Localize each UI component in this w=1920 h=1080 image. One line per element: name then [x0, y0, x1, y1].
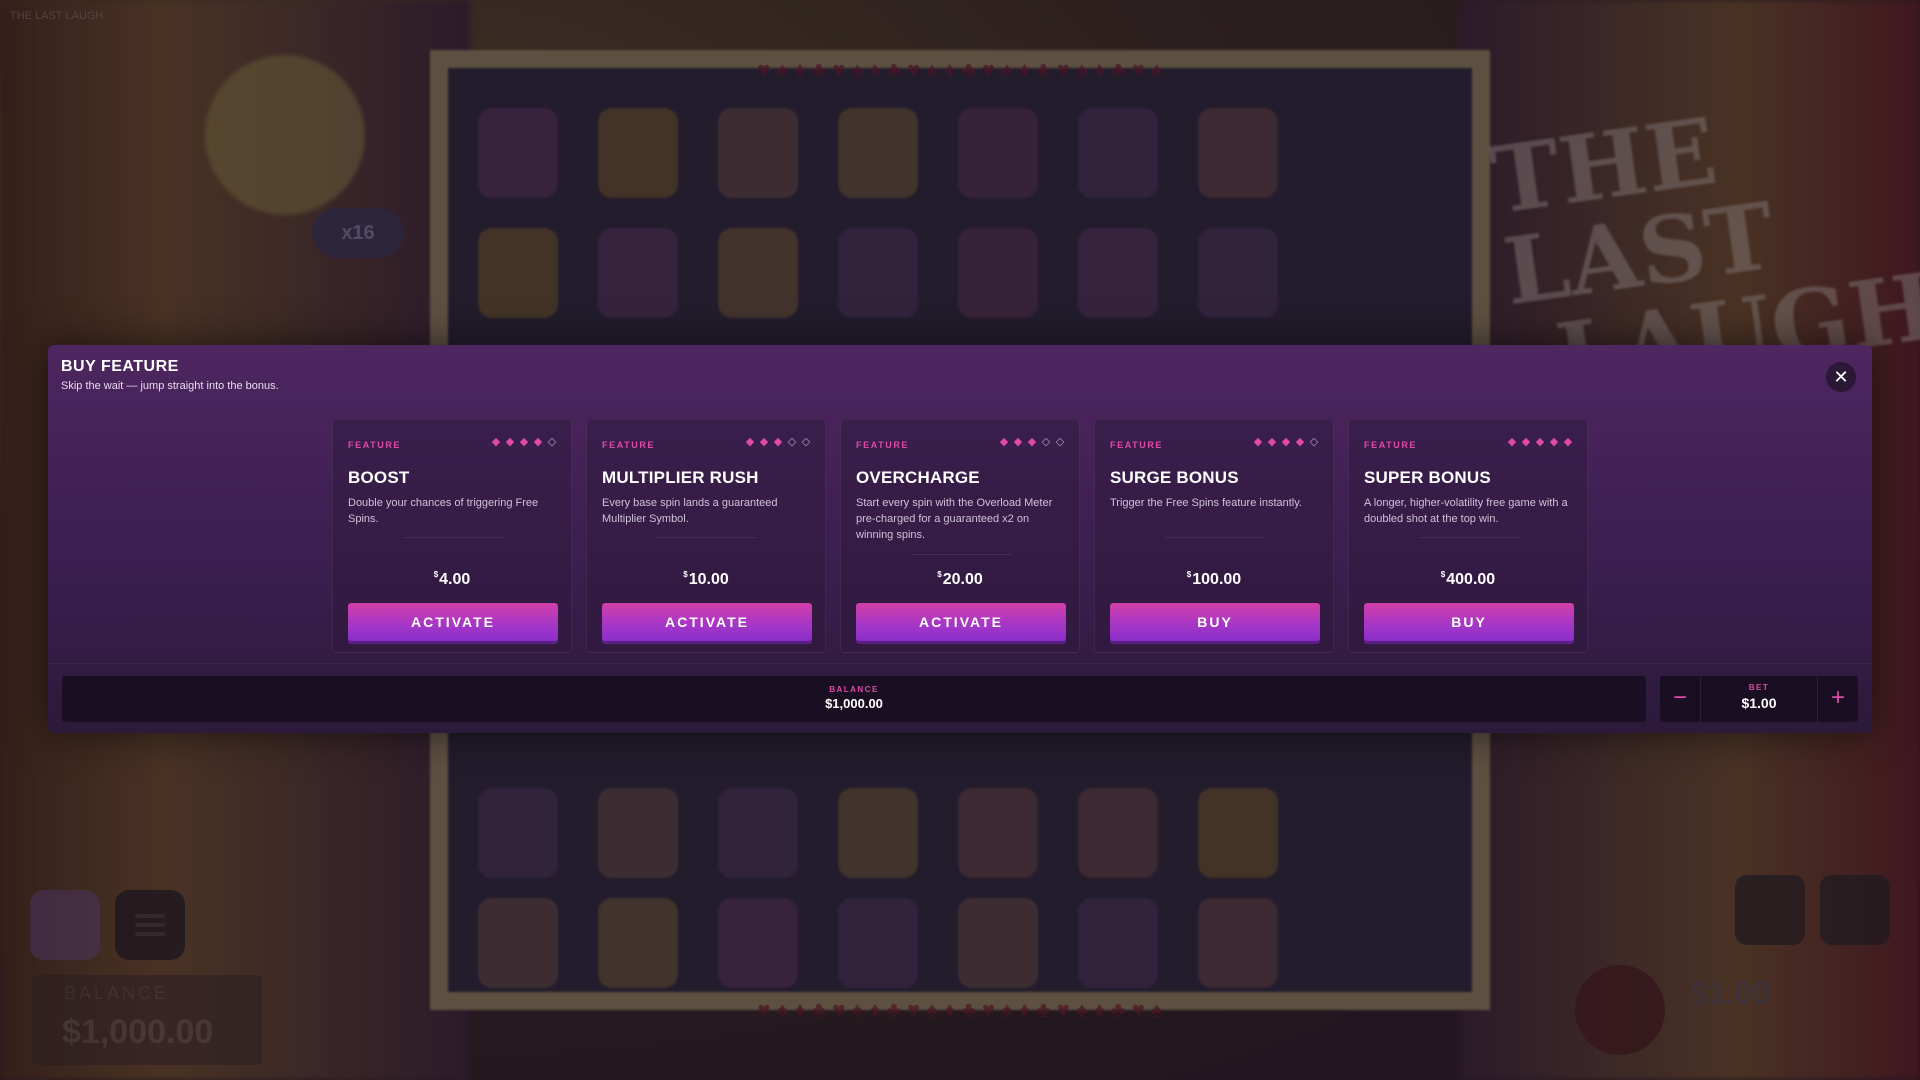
close-icon[interactable]: ✕ — [1826, 362, 1856, 392]
card-price: $400.00 — [1440, 570, 1496, 588]
card-price: $4.00 — [433, 570, 471, 588]
rating-filled-icon: ◆ — [1563, 436, 1573, 448]
card-description: Start every spin with the Overload Meter… — [856, 497, 1053, 541]
card-description: Double your chances of triggering Free S… — [348, 497, 539, 525]
rating-pips: ◆ ◆ ◆ ◇ ◇ — [745, 436, 811, 448]
card-divider — [1165, 537, 1265, 538]
rating-filled-icon: ◆ — [1013, 436, 1023, 448]
rating-filled-icon: ◆ — [1549, 436, 1559, 448]
rating-empty-icon: ◇ — [547, 436, 557, 448]
rating-filled-icon: ◆ — [1535, 436, 1545, 448]
bet-label: BET — [1748, 683, 1770, 692]
rating-filled-icon: ◆ — [1507, 436, 1517, 448]
buy-super-bonus-button[interactable]: BUY — [1364, 603, 1574, 641]
bet-decrease-button[interactable]: − — [1660, 676, 1701, 722]
feature-card-boost: FEATURE ◆ ◆ ◆ ◆ ◇ BOOST Double your chances … — [332, 419, 572, 653]
rating-empty-icon: ◇ — [787, 436, 797, 448]
card-price: $100.00 — [1186, 570, 1242, 588]
rating-filled-icon: ◆ — [1295, 436, 1305, 448]
feature-card-overcharge: FEATURE ◆ ◆ ◆ ◇ ◇ OVERCHARGE Start every spi… — [840, 419, 1080, 653]
rating-filled-icon: ◆ — [999, 436, 1009, 448]
card-divider — [657, 537, 757, 538]
balance-value: $1,000.00 — [825, 696, 883, 711]
rating-filled-icon: ◆ — [519, 436, 529, 448]
card-title: SUPER BONUS — [1364, 468, 1491, 487]
modal-subtitle: Skip the wait — jump straight into the b… — [61, 380, 279, 392]
rating-filled-icon: ◆ — [1253, 436, 1263, 448]
feature-card-multiplier-rush: FEATURE ◆ ◆ ◆ ◇ ◇ MULTIPLIER RUSH Every base… — [586, 419, 826, 653]
activate-boost-button[interactable]: ACTIVATE — [348, 603, 558, 641]
rating-filled-icon: ◆ — [533, 436, 543, 448]
rating-empty-icon: ◇ — [1309, 436, 1319, 448]
rating-filled-icon: ◆ — [745, 436, 755, 448]
card-title: BOOST — [348, 468, 410, 487]
card-title: OVERCHARGE — [856, 468, 980, 487]
activate-overcharge-button[interactable]: ACTIVATE — [856, 603, 1066, 641]
rating-pips: ◆ ◆ ◆ ◆ ◇ — [491, 436, 557, 448]
rating-filled-icon: ◆ — [1281, 436, 1291, 448]
card-description: A longer, higher-volatility free game wi… — [1364, 497, 1568, 525]
bet-increase-button[interactable]: + — [1817, 676, 1858, 722]
rating-filled-icon: ◆ — [491, 436, 501, 448]
rating-pips: ◆ ◆ ◆ ◆ ◇ — [1253, 436, 1319, 448]
card-tag: FEATURE — [348, 440, 402, 450]
rating-filled-icon: ◆ — [1267, 436, 1277, 448]
card-tag: FEATURE — [1110, 440, 1164, 450]
rating-filled-icon: ◆ — [1027, 436, 1037, 448]
card-price: $20.00 — [937, 570, 983, 588]
feature-card-surge-bonus: FEATURE ◆ ◆ ◆ ◆ ◇ SURGE BONUS Trigger the Fr… — [1094, 419, 1334, 653]
rating-empty-icon: ◇ — [801, 436, 811, 448]
card-divider — [403, 537, 503, 538]
card-divider — [1419, 537, 1519, 538]
rating-filled-icon: ◆ — [1521, 436, 1531, 448]
modal-footer: BALANCE $1,000.00 − BET $1.00 + — [48, 663, 1872, 734]
card-tag: FEATURE — [1364, 440, 1418, 450]
buy-surge-bonus-button[interactable]: BUY — [1110, 603, 1320, 641]
balance-label: BALANCE — [829, 685, 879, 694]
rating-filled-icon: ◆ — [505, 436, 515, 448]
feature-cards: FEATURE ◆ ◆ ◆ ◆ ◇ BOOST Double your chances … — [332, 419, 1588, 653]
rating-pips: ◆ ◆ ◆ ◆ ◆ — [1507, 436, 1573, 448]
rating-empty-icon: ◇ — [1055, 436, 1065, 448]
balance-display: BALANCE $1,000.00 — [62, 676, 1646, 722]
modal-title: BUY FEATURE — [61, 358, 179, 375]
activate-multiplier-rush-button[interactable]: ACTIVATE — [602, 603, 812, 641]
card-description: Every base spin lands a guaranteed Multi… — [602, 497, 778, 525]
feature-card-super-bonus: FEATURE ◆ ◆ ◆ ◆ ◆ SUPER BONUS A longer, high… — [1348, 419, 1588, 653]
bet-stepper: − BET $1.00 + — [1660, 676, 1858, 722]
card-tag: FEATURE — [856, 440, 910, 450]
card-tag: FEATURE — [602, 440, 656, 450]
card-description: Trigger the Free Spins feature instantly… — [1110, 497, 1302, 509]
rating-pips: ◆ ◆ ◆ ◇ ◇ — [999, 436, 1065, 448]
rating-filled-icon: ◆ — [759, 436, 769, 448]
card-title: MULTIPLIER RUSH — [602, 468, 759, 487]
buy-feature-modal: BUY FEATURE Skip the wait — jump straigh… — [48, 345, 1872, 733]
card-title: SURGE BONUS — [1110, 468, 1239, 487]
rating-empty-icon: ◇ — [1041, 436, 1051, 448]
card-divider — [911, 554, 1011, 555]
bet-value: $1.00 — [1741, 695, 1777, 711]
rating-filled-icon: ◆ — [773, 436, 783, 448]
card-price: $10.00 — [683, 570, 729, 588]
